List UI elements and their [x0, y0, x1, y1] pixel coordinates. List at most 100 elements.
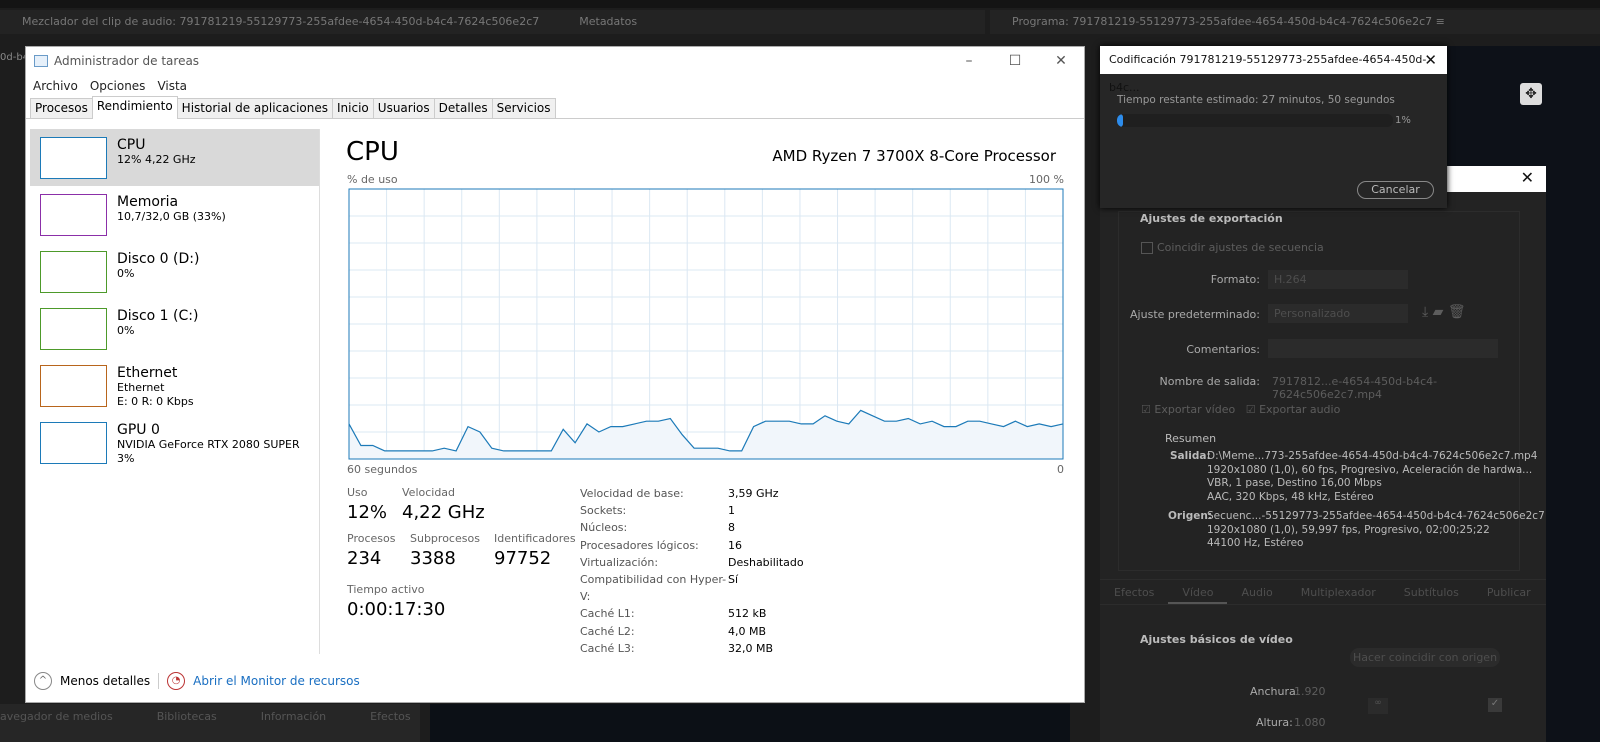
export-settings-heading[interactable]: Ajustes de exportación [1140, 212, 1283, 225]
y-axis-label: % de uso [347, 173, 398, 186]
export-video-checkbox[interactable]: ☑ [1141, 403, 1151, 416]
processor-name: AMD Ryzen 7 3700X 8-Core Processor [772, 147, 1056, 165]
program-panel-header: Programa: 791781219-55129773-255afdee-46… [990, 10, 1600, 34]
speed-label: Velocidad [402, 486, 456, 499]
maximize-button[interactable]: ☐ [992, 47, 1038, 75]
tab-info[interactable]: Información [261, 710, 326, 742]
sidebar-item-sub: NVIDIA GeForce RTX 2080 SUPER [117, 438, 300, 451]
spec-row: Velocidad de base: 3,59 GHz [580, 485, 804, 502]
less-details-button[interactable]: Menos detalles [60, 674, 150, 688]
tab-effects[interactable]: Efectos [370, 710, 410, 742]
export-tab-0[interactable]: Efectos [1100, 580, 1168, 604]
audio-mixer-tab[interactable]: Mezclador del clip de audio: 791781219-5… [22, 15, 539, 28]
sidebar-item-ethernet[interactable]: Ethernet Ethernet E: 0 R: 0 Kbps [30, 357, 319, 414]
sidebar-item-gpu-0[interactable]: GPU 0 NVIDIA GeForce RTX 2080 SUPER 3% [30, 414, 319, 471]
sidebar-item-sub: 10,7/32,0 GB (33%) [117, 210, 226, 223]
move-icon[interactable]: ✥ [1520, 83, 1542, 105]
menu-opciones[interactable]: Opciones [90, 79, 146, 93]
spec-value: 1 [728, 504, 735, 518]
usage-area [349, 410, 1063, 459]
encoding-dialog: Codificación 791781219-55129773-255afdee… [1100, 46, 1447, 208]
cpu-detail-pane: CPU AMD Ryzen 7 3700X 8-Core Processor %… [346, 129, 1076, 655]
export-tab-5[interactable]: Publicar [1473, 580, 1545, 604]
tab-usuarios[interactable]: Usuarios [372, 98, 435, 118]
spec-value: Deshabilitado [728, 555, 804, 569]
uptime-label: Tiempo activo [347, 583, 425, 596]
menu-archivo[interactable]: Archivo [33, 79, 78, 93]
chevron-up-icon[interactable]: ^ [34, 672, 52, 690]
tab-inicio[interactable]: Inicio [332, 98, 374, 118]
export-close-button[interactable]: ✕ [1521, 168, 1534, 187]
tab-detalles[interactable]: Detalles [433, 98, 493, 118]
title-bar: Administrador de tareas – ☐ ✕ [26, 47, 1084, 75]
tab-servicios[interactable]: Servicios [491, 98, 556, 118]
trash-icon[interactable]: 🗑 [1448, 304, 1466, 320]
encoding-title: Codificación 791781219-55129773-255afdee… [1109, 53, 1427, 94]
mini-graph-icon [40, 308, 107, 350]
metadata-tab[interactable]: Metadatos [579, 15, 637, 28]
summary-heading[interactable]: Resumen [1165, 432, 1216, 445]
export-tab-2[interactable]: Audio [1227, 580, 1286, 604]
spec-row: Sockets: 1 [580, 502, 804, 519]
sidebar-item-label: CPU [117, 137, 146, 153]
cancel-button[interactable]: Cancelar [1357, 181, 1434, 199]
export-tab-3[interactable]: Multiplexador [1287, 580, 1390, 604]
width-field[interactable]: 1.920 [1294, 685, 1326, 698]
sidebar-item-sub: 0% [117, 324, 135, 337]
tab-media-browser[interactable]: avegador de medios [0, 710, 113, 742]
tab-procesos[interactable]: Procesos [30, 98, 93, 118]
sidebar-item-memoria[interactable]: Memoria 10,7/32,0 GB (33%) [30, 186, 319, 243]
tab-libraries[interactable]: Bibliotecas [157, 710, 217, 742]
sidebar-item-label: Ethernet [117, 365, 178, 381]
folder-icon[interactable]: ▰ [1433, 304, 1444, 320]
spec-label: Caché L1: [580, 607, 635, 621]
height-label: Altura: [1256, 716, 1293, 729]
tab-historial[interactable]: Historial de aplicaciones [176, 98, 334, 118]
spec-label: Compatibilidad con Hyper-V: [580, 573, 727, 604]
format-select[interactable]: H.264 [1268, 270, 1408, 289]
bottom-panel-tabs: avegador de medios Bibliotecas Información… [0, 704, 420, 742]
sidebar-item-cpu[interactable]: CPU 12% 4,22 GHz [30, 129, 319, 186]
import-preset-icon[interactable]: ⤓ [1422, 304, 1428, 320]
export-audio-checkbox[interactable]: ☑ [1246, 403, 1256, 416]
resource-monitor-link[interactable]: Abrir el Monitor de recursos [193, 674, 360, 688]
close-button[interactable]: ✕ [1038, 47, 1084, 75]
match-source-button[interactable]: Hacer coincidir con origen [1350, 648, 1500, 667]
tab-rendimiento[interactable]: Rendimiento [91, 96, 178, 119]
sidebar-item-disco-1-c-[interactable]: Disco 1 (C:) 0% [30, 300, 319, 357]
mini-graph-icon [40, 422, 107, 464]
sidebar-item-sub: 12% 4,22 GHz [117, 153, 196, 166]
height-field[interactable]: 1.080 [1294, 716, 1326, 729]
export-video-label: Exportar vídeo [1154, 403, 1236, 416]
origen-line: Secuenc...-55129773-255afdee-4654-450d-b… [1207, 510, 1545, 522]
output-name-link[interactable]: 7917812...e-4654-450d-b4c4-7624c506e2c7.… [1272, 375, 1546, 401]
encoding-close-button[interactable]: ✕ [1424, 46, 1437, 74]
mini-graph-icon [40, 194, 107, 236]
encoding-progress-bar [1117, 114, 1393, 127]
sidebar-item-sub: 0% [117, 267, 135, 280]
match-sequence-label: Coincidir ajustes de secuencia [1157, 241, 1324, 254]
sidebar-item-disco-0-d-[interactable]: Disco 0 (D:) 0% [30, 243, 319, 300]
menu-vista[interactable]: Vista [157, 79, 187, 93]
match-sequence-checkbox[interactable] [1141, 242, 1153, 254]
threads-value: 3388 [410, 548, 456, 569]
export-tabs: Efectos Vídeo Audio Multiplexador Subtítulos… [1100, 579, 1546, 605]
basic-video-heading[interactable]: Ajustes básicos de vídeo [1140, 633, 1293, 646]
task-manager-window: Administrador de tareas – ☐ ✕ Archivo Opcio… [25, 46, 1085, 703]
checkbox[interactable]: ✓ [1488, 698, 1502, 712]
comments-field[interactable] [1268, 339, 1498, 358]
spec-label: Sockets: [580, 504, 627, 518]
comments-label: Comentarios: [1186, 343, 1260, 356]
spec-label: Virtualización: [580, 555, 659, 569]
export-tab-4[interactable]: Subtítulos [1390, 580, 1473, 604]
source-summary: Secuenc...-55129773-255afdee-4654-450d-b… [1207, 510, 1545, 551]
export-tab-1[interactable]: Vídeo [1168, 580, 1228, 604]
program-tab[interactable]: Programa: 791781219-55129773-255afdee-46… [1012, 15, 1432, 28]
spec-value: Sí [728, 573, 739, 587]
link-icon[interactable]: ∞ [1368, 698, 1388, 714]
divider [158, 673, 160, 689]
sidebar-item-label: Memoria [117, 194, 179, 210]
minimize-button[interactable]: – [946, 47, 992, 75]
handles-label: Identificadores [494, 532, 576, 545]
preset-select[interactable]: Personalizado [1268, 304, 1408, 323]
